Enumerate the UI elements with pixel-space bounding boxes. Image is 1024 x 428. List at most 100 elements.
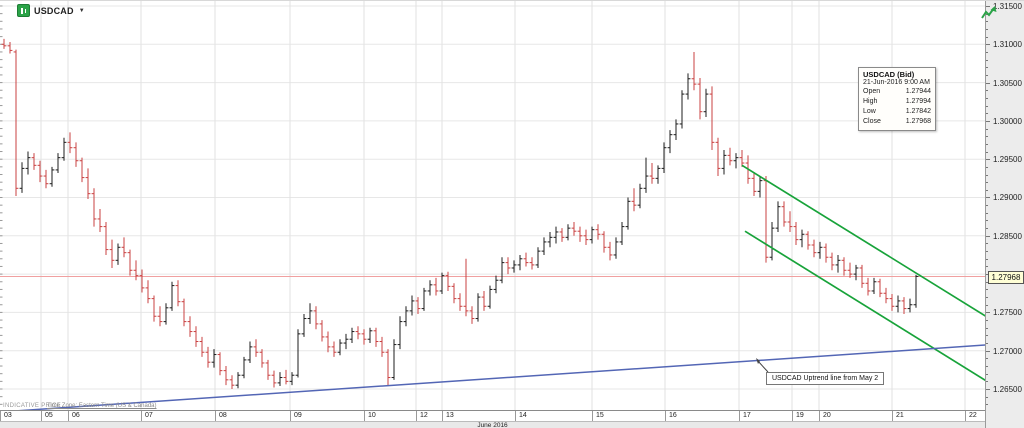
date-axis-label: 12 <box>416 411 442 421</box>
date-axis-label: 16 <box>665 411 739 421</box>
price-axis-minor-tick <box>986 167 988 168</box>
last-price-tag: 1.27968 <box>988 271 1024 284</box>
price-axis-minor-tick <box>986 75 988 76</box>
price-axis-label: 1.29500 <box>993 155 1022 164</box>
price-axis-minor-tick <box>986 205 988 206</box>
trendline-annotation[interactable]: USDCAD Uptrend line from May 2 <box>766 372 884 385</box>
price-axis-minor-tick <box>986 366 988 367</box>
price-axis-minor-tick <box>986 358 988 359</box>
tooltip-low-label: Low <box>863 107 876 117</box>
price-axis-label: 1.28500 <box>993 232 1022 241</box>
symbol-label: USDCAD <box>34 6 74 16</box>
date-axis-label: 06 <box>68 411 141 421</box>
price-axis-minor-tick <box>986 98 988 99</box>
jump-to-latest-icon[interactable] <box>980 6 998 24</box>
price-axis-minor-tick <box>986 305 988 306</box>
tooltip-low-value: 1.27842 <box>906 107 931 117</box>
date-axis-label: 15 <box>592 411 665 421</box>
price-axis-label: 1.26500 <box>993 385 1022 394</box>
price-axis-major-tick <box>986 44 990 45</box>
price-axis-minor-tick <box>986 320 988 321</box>
price-axis-minor-tick <box>986 113 988 114</box>
price-axis-minor-tick <box>986 243 988 244</box>
price-axis-major-tick <box>986 121 990 122</box>
tooltip-title: USDCAD (Bid) <box>863 70 931 79</box>
price-axis-minor-tick <box>986 129 988 130</box>
tooltip-datetime: 21-Jun-2016 9:00 AM <box>863 79 931 86</box>
date-axis-label: 17 <box>739 411 792 421</box>
date-axis-label: 19 <box>792 411 819 421</box>
price-axis-minor-tick <box>986 106 988 107</box>
price-axis-minor-tick <box>986 67 988 68</box>
date-axis-label: 20 <box>819 411 892 421</box>
tooltip-close-label: Close <box>863 117 881 127</box>
price-axis-minor-tick <box>986 328 988 329</box>
tooltip-high-label: High <box>863 97 877 107</box>
tooltip-open-label: Open <box>863 87 880 97</box>
price-axis-label: 1.29000 <box>993 193 1022 202</box>
trading-chart-window: INDICATIVE PRICE Time Zone: Eastern Time… <box>0 0 1024 428</box>
price-axis-minor-tick <box>986 381 988 382</box>
price-axis-label: 1.27000 <box>993 347 1022 356</box>
price-axis-minor-tick <box>986 374 988 375</box>
price-axis-minor-tick <box>986 289 988 290</box>
price-axis-minor-tick <box>986 29 988 30</box>
price-axis-label: 1.30500 <box>993 79 1022 88</box>
price-axis-minor-tick <box>986 60 988 61</box>
price-axis-major-tick <box>986 236 990 237</box>
chevron-down-icon[interactable]: ▼ <box>79 8 85 14</box>
price-axis-major-tick <box>986 159 990 160</box>
price-axis-minor-tick <box>986 175 988 176</box>
price-axis-minor-tick <box>986 136 988 137</box>
timezone-link[interactable]: Time Zone: Eastern Time (US & Canada) <box>47 403 157 409</box>
price-axis-label: 1.31000 <box>993 40 1022 49</box>
tooltip-open-value: 1.27944 <box>906 87 931 97</box>
price-axis-minor-tick <box>986 182 988 183</box>
price-axis[interactable]: 1.27968 1.315001.310001.305001.300001.29… <box>985 1 1024 428</box>
date-axis-label: 08 <box>215 411 290 421</box>
price-axis-major-tick <box>986 83 990 84</box>
price-axis-minor-tick <box>986 144 988 145</box>
price-axis-minor-tick <box>986 52 988 53</box>
tooltip-high-value: 1.27994 <box>906 97 931 107</box>
price-chart[interactable]: INDICATIVE PRICE Time Zone: Eastern Time… <box>0 1 985 411</box>
price-axis-minor-tick <box>986 404 988 405</box>
price-axis-minor-tick <box>986 335 988 336</box>
gridlines <box>0 1 985 411</box>
price-axis-label: 1.30000 <box>993 117 1022 126</box>
date-axis-label: 22 <box>965 411 985 421</box>
price-axis-major-tick <box>986 312 990 313</box>
instrument-chart-icon <box>17 4 30 17</box>
price-axis-major-tick <box>986 389 990 390</box>
price-axis-minor-tick <box>986 90 988 91</box>
date-axis-label: 03 <box>0 411 41 421</box>
price-axis-minor-tick <box>986 190 988 191</box>
date-axis-label: 14 <box>515 411 592 421</box>
price-axis-minor-tick <box>986 220 988 221</box>
date-axis-label: 05 <box>41 411 68 421</box>
price-axis-minor-tick <box>986 152 988 153</box>
left-minor-ticks <box>0 6 3 404</box>
price-axis-minor-tick <box>986 213 988 214</box>
ohlc-tooltip: USDCAD (Bid) 21-Jun-2016 9:00 AM Open 1.2… <box>858 67 936 131</box>
price-axis-label: 1.27500 <box>993 308 1022 317</box>
price-bars <box>2 39 919 389</box>
ohlc-chart-canvas[interactable] <box>0 1 985 411</box>
price-axis-minor-tick <box>986 251 988 252</box>
symbol-selector[interactable]: USDCAD ▼ <box>17 4 85 17</box>
price-axis-major-tick <box>986 197 990 198</box>
price-axis-minor-tick <box>986 259 988 260</box>
tooltip-close-value: 1.27968 <box>906 117 931 127</box>
date-axis-label: 09 <box>290 411 364 421</box>
price-axis-major-tick <box>986 351 990 352</box>
date-axis-label: 07 <box>141 411 215 421</box>
price-axis-minor-tick <box>986 397 988 398</box>
descending-channel-top[interactable] <box>742 165 985 320</box>
descending-channel-bottom[interactable] <box>745 231 985 384</box>
price-axis-minor-tick <box>986 297 988 298</box>
price-axis-minor-tick <box>986 343 988 344</box>
date-axis-label: 21 <box>892 411 965 421</box>
date-axis-label: 10 <box>364 411 416 421</box>
price-axis-minor-tick <box>986 266 988 267</box>
date-axis-label: 13 <box>442 411 515 421</box>
